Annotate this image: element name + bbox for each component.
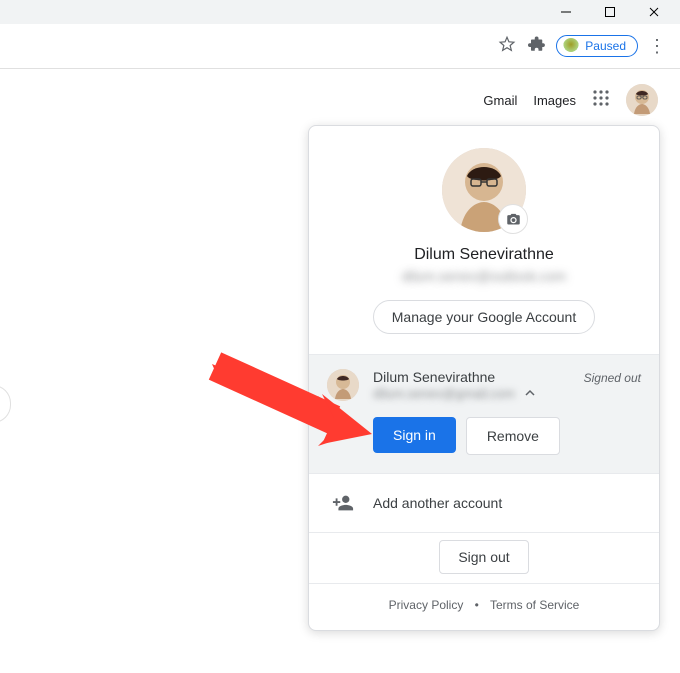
images-link[interactable]: Images <box>533 93 576 108</box>
add-person-icon <box>327 492 359 514</box>
collapse-icon[interactable] <box>525 385 535 403</box>
maximize-icon <box>604 6 616 18</box>
footer-dot: • <box>475 598 479 612</box>
window-minimize-button[interactable] <box>544 2 588 22</box>
window-titlebar <box>0 0 680 24</box>
account-menu-popup: Dilum Senevirathne dilum.senev@outlook.c… <box>308 125 660 631</box>
left-edge-artifact <box>0 385 11 423</box>
privacy-policy-link[interactable]: Privacy Policy <box>389 598 464 612</box>
window-maximize-button[interactable] <box>588 2 632 22</box>
extensions-icon[interactable] <box>528 35 546 58</box>
browser-toolbar: Paused ⋮ <box>0 24 680 69</box>
profile-paused-chip[interactable]: Paused <box>556 35 638 57</box>
add-account-row[interactable]: Add another account <box>309 473 659 532</box>
add-account-label: Add another account <box>373 495 502 511</box>
close-icon <box>648 6 660 18</box>
terms-link[interactable]: Terms of Service <box>490 598 579 612</box>
gmail-link[interactable]: Gmail <box>483 93 517 108</box>
minimize-icon <box>560 6 572 18</box>
profile-dot-icon <box>563 38 579 54</box>
bookmark-star-icon[interactable] <box>498 35 516 58</box>
camera-icon <box>506 212 521 227</box>
sign-out-button[interactable]: Sign out <box>439 540 528 574</box>
google-header-links: Gmail Images <box>483 84 658 116</box>
popup-footer: Privacy Policy • Terms of Service <box>309 583 659 630</box>
profile-email: dilum.senev@outlook.com <box>329 268 639 284</box>
window-close-button[interactable] <box>632 2 676 22</box>
other-account-email: dilum.senev@gmail.com <box>373 386 515 401</box>
other-account-avatar <box>327 369 359 401</box>
change-photo-button[interactable] <box>498 204 528 234</box>
sign-in-button[interactable]: Sign in <box>373 417 456 453</box>
google-apps-icon[interactable] <box>592 89 610 112</box>
other-account-section[interactable]: Dilum Senevirathne dilum.senev@gmail.com… <box>309 354 659 473</box>
other-account-name: Dilum Senevirathne <box>373 369 535 385</box>
paused-label: Paused <box>585 39 626 53</box>
other-account-status: Signed out <box>584 371 641 385</box>
browser-menu-button[interactable]: ⋮ <box>648 37 666 55</box>
remove-account-button[interactable]: Remove <box>466 417 560 455</box>
manage-account-button[interactable]: Manage your Google Account <box>373 300 595 334</box>
account-avatar-button[interactable] <box>626 84 658 116</box>
profile-name: Dilum Senevirathne <box>329 246 639 264</box>
